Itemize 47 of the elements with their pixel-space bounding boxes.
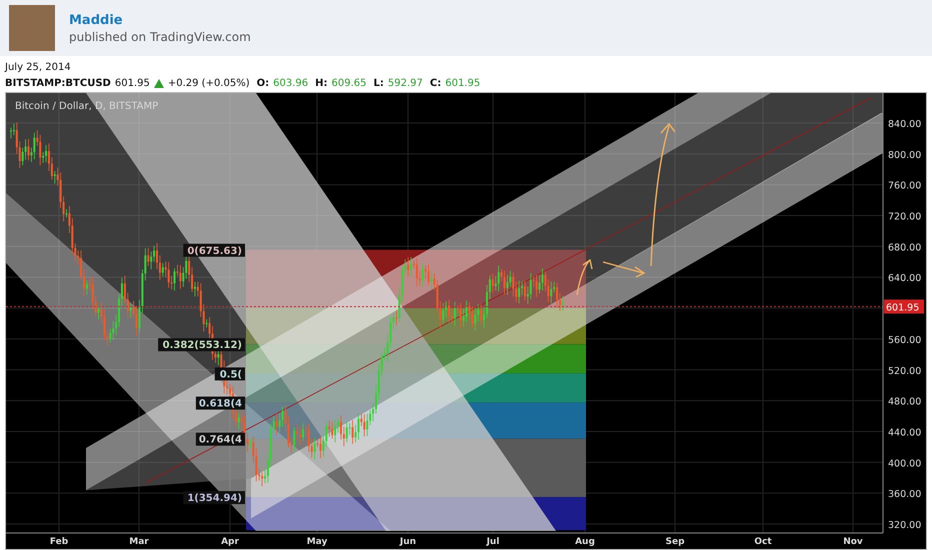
author-name[interactable]: Maddie	[69, 12, 251, 28]
fib-level-label: 0.764(4	[196, 432, 245, 446]
price-axis-label: 320.00	[888, 520, 922, 532]
fib-level-label: 0(675.63)	[183, 244, 245, 257]
price-axis-label: 520.00	[888, 366, 922, 377]
fib-level-label: 0.5(	[214, 367, 245, 380]
time-axis-label: Jul	[486, 537, 500, 547]
last-price: 601.95	[114, 78, 150, 89]
last-price-label: 601.95	[884, 300, 924, 314]
time-axis-label: Jun	[400, 537, 416, 547]
time-axis-label: Nov	[843, 537, 863, 547]
price-axis-label: 800.00	[888, 150, 922, 161]
ohlc-value: 601.95	[445, 78, 480, 89]
time-axis-label: Aug	[575, 537, 595, 547]
time-axis-label: May	[306, 537, 328, 547]
time-axis-label: Sep	[665, 537, 685, 547]
symbol-name: BITSTAMP:BTCUSD	[5, 78, 111, 89]
price-axis-label: 720.00	[888, 212, 922, 223]
fib-level-label: 0.618(4	[196, 396, 245, 410]
time-axis-label: Mar	[129, 537, 149, 547]
time-axis-label: Apr	[221, 537, 239, 547]
ohlc-value: 603.96	[273, 78, 308, 89]
chart-title: Bitcoin / Dollar, D, BITSTAMP	[15, 101, 158, 112]
published-note: published on TradingView.com	[69, 30, 251, 44]
price-axis-label: 360.00	[888, 489, 922, 500]
up-triangle-icon	[154, 79, 164, 88]
price-axis-label: 400.00	[888, 458, 922, 470]
price-axis-label: 560.00	[888, 334, 922, 346]
publish-date: July 25, 2014	[5, 62, 71, 74]
fib-level-label: 1(354.94)	[183, 491, 245, 504]
ohlc-value: 609.65	[332, 78, 366, 89]
ohlc-label: L:	[374, 78, 384, 89]
ohlc-label: C:	[430, 78, 442, 89]
ohlc-label: O:	[256, 78, 270, 89]
price-axis-label: 680.00	[888, 242, 922, 254]
time-axis-label: Oct	[754, 537, 772, 547]
ohlc-value: 592.97	[388, 78, 423, 89]
price-axis-label: 840.00	[888, 119, 922, 130]
price-axis-label: 440.00	[888, 427, 922, 438]
price-axis-label: 480.00	[888, 396, 922, 408]
avatar-placeholder	[9, 5, 55, 52]
fib-level-label: 0.382(553.12)	[158, 338, 245, 352]
price-change: +0.29 (+0.05%)	[168, 78, 250, 89]
time-axis-label: Feb	[50, 537, 68, 547]
price-axis-label: 760.00	[888, 180, 922, 192]
ohlc-label: H:	[315, 78, 328, 89]
price-axis-label: 640.00	[888, 273, 922, 284]
